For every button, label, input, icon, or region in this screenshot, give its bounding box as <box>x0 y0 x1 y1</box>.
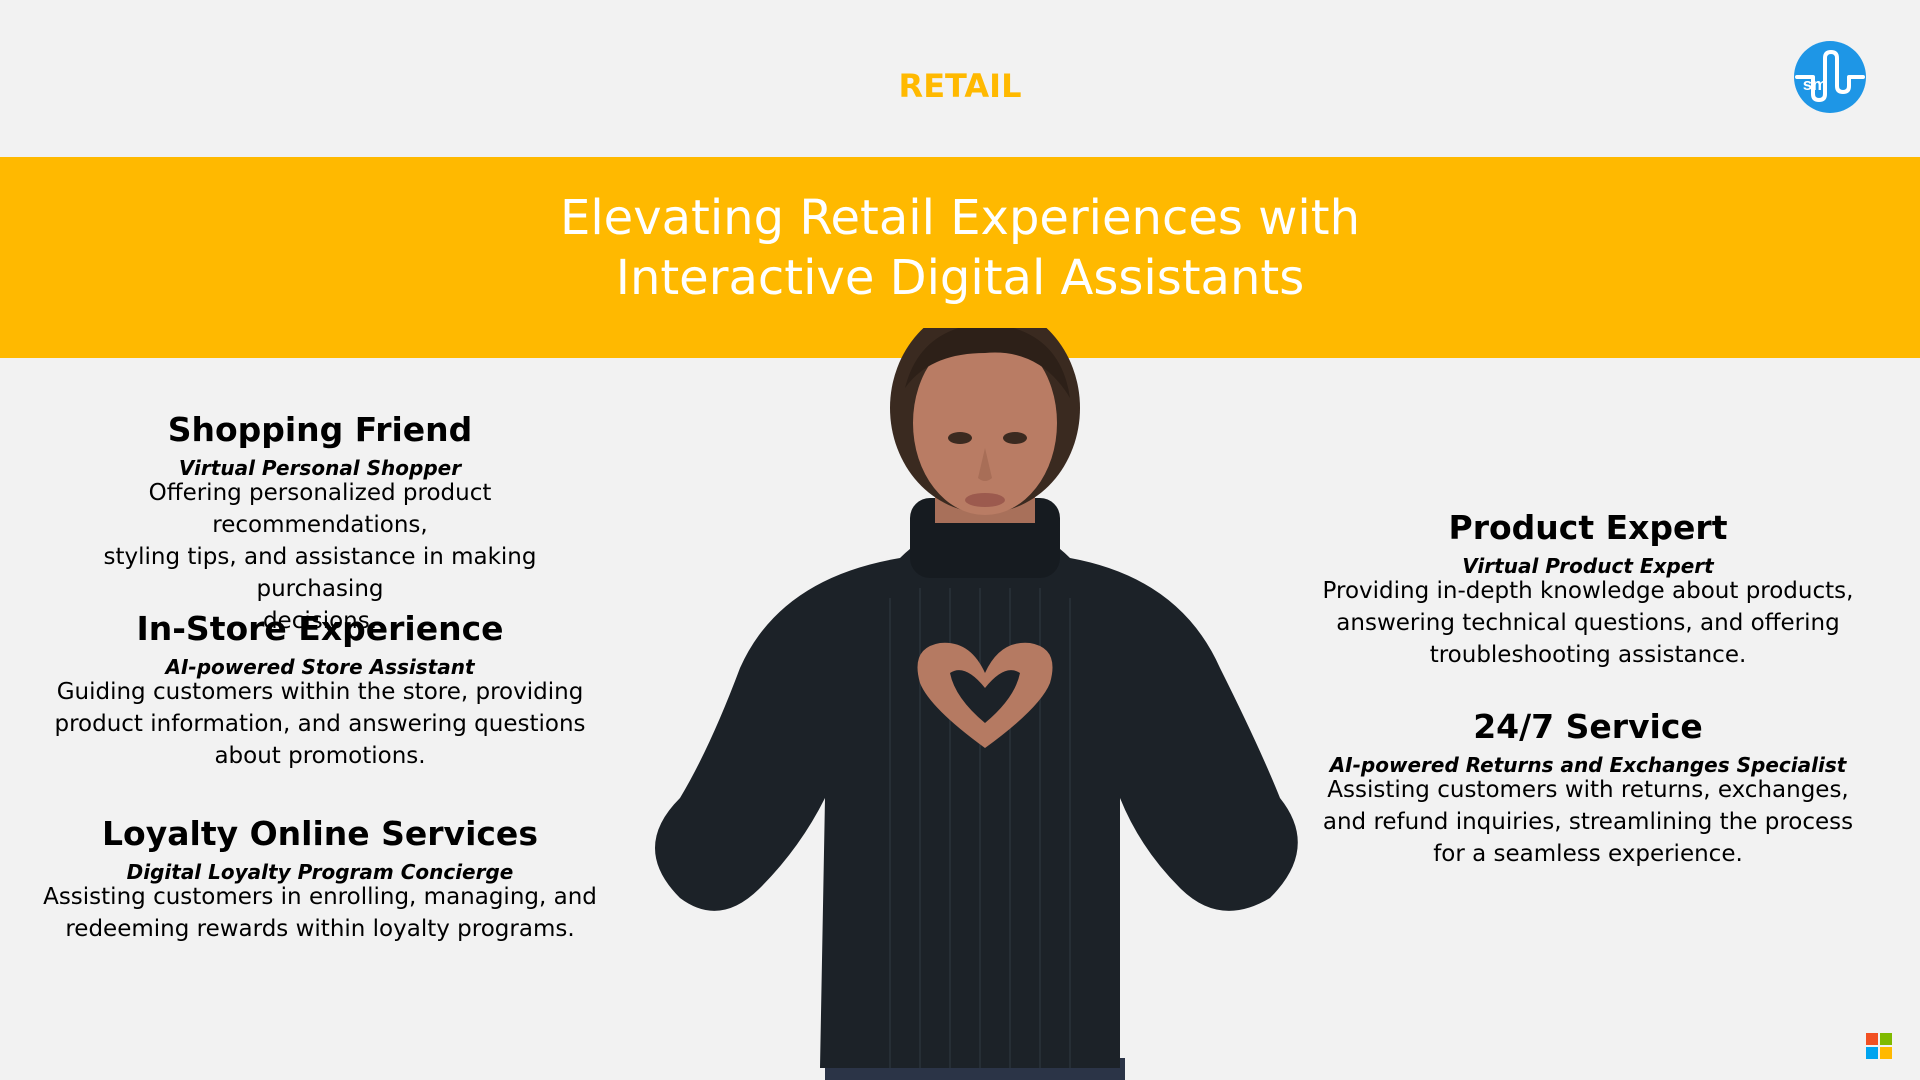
feature-title: Shopping Friend <box>167 410 473 449</box>
feature-24-7-service: 24/7 Service AI-powered Returns and Exch… <box>1308 706 1868 870</box>
logo-text: sm <box>1803 75 1828 94</box>
section-label: RETAIL <box>898 67 1022 105</box>
feature-product-expert: Product Expert Virtual Product Expert Pr… <box>1308 507 1868 671</box>
feature-description-line: Assisting customers with returns, exchan… <box>1327 777 1849 803</box>
feature-description: Assisting customers in enrolling, managi… <box>40 881 600 945</box>
banner-title-line-1: Elevating Retail Experiences with <box>560 190 1360 246</box>
sm-waveform-logo-icon: sm <box>1793 40 1867 114</box>
feature-description-line: about promotions. <box>214 743 426 769</box>
feature-title: Loyalty Online Services <box>102 814 538 853</box>
feature-description-line: for a seamless experience. <box>1433 841 1743 867</box>
banner-title: Elevating Retail Experiences with Intera… <box>460 188 1460 308</box>
feature-description: Guiding customers within the store, prov… <box>40 676 600 772</box>
feature-loyalty-online-services: Loyalty Online Services Digital Loyalty … <box>40 813 600 945</box>
digital-assistant-avatar-image <box>620 328 1350 1080</box>
feature-description-line: and refund inquiries, streamlining the p… <box>1322 809 1854 835</box>
feature-description-line: product information, and answering quest… <box>54 711 586 737</box>
feature-in-store-experience: In-Store Experience AI-powered Store Ass… <box>40 608 600 772</box>
feature-description: Assisting customers with returns, exchan… <box>1308 774 1868 870</box>
microsoft-logo-icon <box>1866 1033 1892 1059</box>
feature-description-line: Providing in-depth knowledge about produ… <box>1322 578 1854 604</box>
slide: RETAIL sm Elevating Retail Experiences w… <box>0 0 1920 1080</box>
feature-title: In-Store Experience <box>136 609 504 648</box>
banner-title-line-2: Interactive Digital Assistants <box>615 250 1305 306</box>
feature-shopping-friend: Shopping Friend Virtual Personal Shopper… <box>40 409 600 637</box>
feature-description-line: Offering personalized product recommenda… <box>148 480 492 538</box>
feature-title: Product Expert <box>1448 508 1728 547</box>
feature-description: Providing in-depth knowledge about produ… <box>1308 575 1868 671</box>
feature-description-line: styling tips, and assistance in making p… <box>103 544 537 602</box>
feature-description-line: Assisting customers in enrolling, managi… <box>43 884 597 910</box>
feature-title: 24/7 Service <box>1473 707 1703 746</box>
feature-description-line: troubleshooting assistance. <box>1429 642 1747 668</box>
feature-description-line: answering technical questions, and offer… <box>1336 610 1840 636</box>
feature-description-line: redeeming rewards within loyalty program… <box>65 916 575 942</box>
feature-description-line: Guiding customers within the store, prov… <box>56 679 584 705</box>
